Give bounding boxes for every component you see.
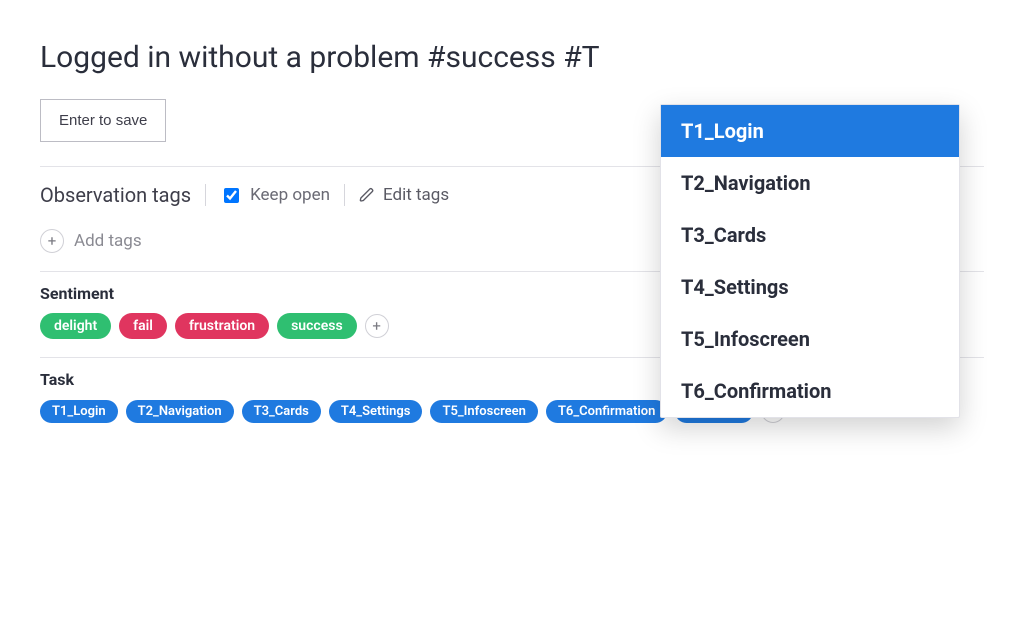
- observation-title: Logged in without a problem #success #T: [40, 40, 984, 75]
- sentiment-tag[interactable]: frustration: [175, 313, 269, 339]
- task-tag[interactable]: T5_Infoscreen: [430, 400, 537, 423]
- keep-open-checkbox[interactable]: [224, 188, 239, 203]
- dropdown-item[interactable]: T6_Confirmation: [661, 365, 959, 417]
- observation-tags-label: Observation tags: [40, 183, 191, 207]
- keep-open-toggle[interactable]: Keep open: [220, 185, 330, 206]
- dropdown-item[interactable]: T1_Login: [661, 105, 959, 157]
- task-tag[interactable]: T4_Settings: [329, 400, 423, 423]
- plus-icon: +: [40, 229, 64, 253]
- sentiment-tag[interactable]: success: [277, 313, 357, 339]
- task-tag[interactable]: T6_Confirmation: [546, 400, 667, 423]
- vertical-divider: [344, 184, 345, 206]
- edit-tags-label: Edit tags: [383, 185, 449, 205]
- keep-open-label: Keep open: [250, 185, 330, 205]
- dropdown-item[interactable]: T5_Infoscreen: [661, 313, 959, 365]
- vertical-divider: [205, 184, 206, 206]
- task-tag[interactable]: T3_Cards: [242, 400, 321, 423]
- task-tag[interactable]: T2_Navigation: [126, 400, 234, 423]
- task-tag[interactable]: T1_Login: [40, 400, 118, 423]
- tag-autocomplete-dropdown[interactable]: T1_LoginT2_NavigationT3_CardsT4_Settings…: [660, 104, 960, 418]
- dropdown-item[interactable]: T4_Settings: [661, 261, 959, 313]
- edit-tags-button[interactable]: Edit tags: [359, 185, 449, 205]
- add-sentiment-tag-button[interactable]: +: [365, 314, 389, 338]
- enter-to-save-button[interactable]: Enter to save: [40, 99, 166, 142]
- sentiment-tag[interactable]: delight: [40, 313, 111, 339]
- pencil-icon: [359, 187, 375, 203]
- sentiment-tag[interactable]: fail: [119, 313, 167, 339]
- dropdown-item[interactable]: T3_Cards: [661, 209, 959, 261]
- dropdown-item[interactable]: T2_Navigation: [661, 157, 959, 209]
- add-tags-label: Add tags: [74, 231, 142, 251]
